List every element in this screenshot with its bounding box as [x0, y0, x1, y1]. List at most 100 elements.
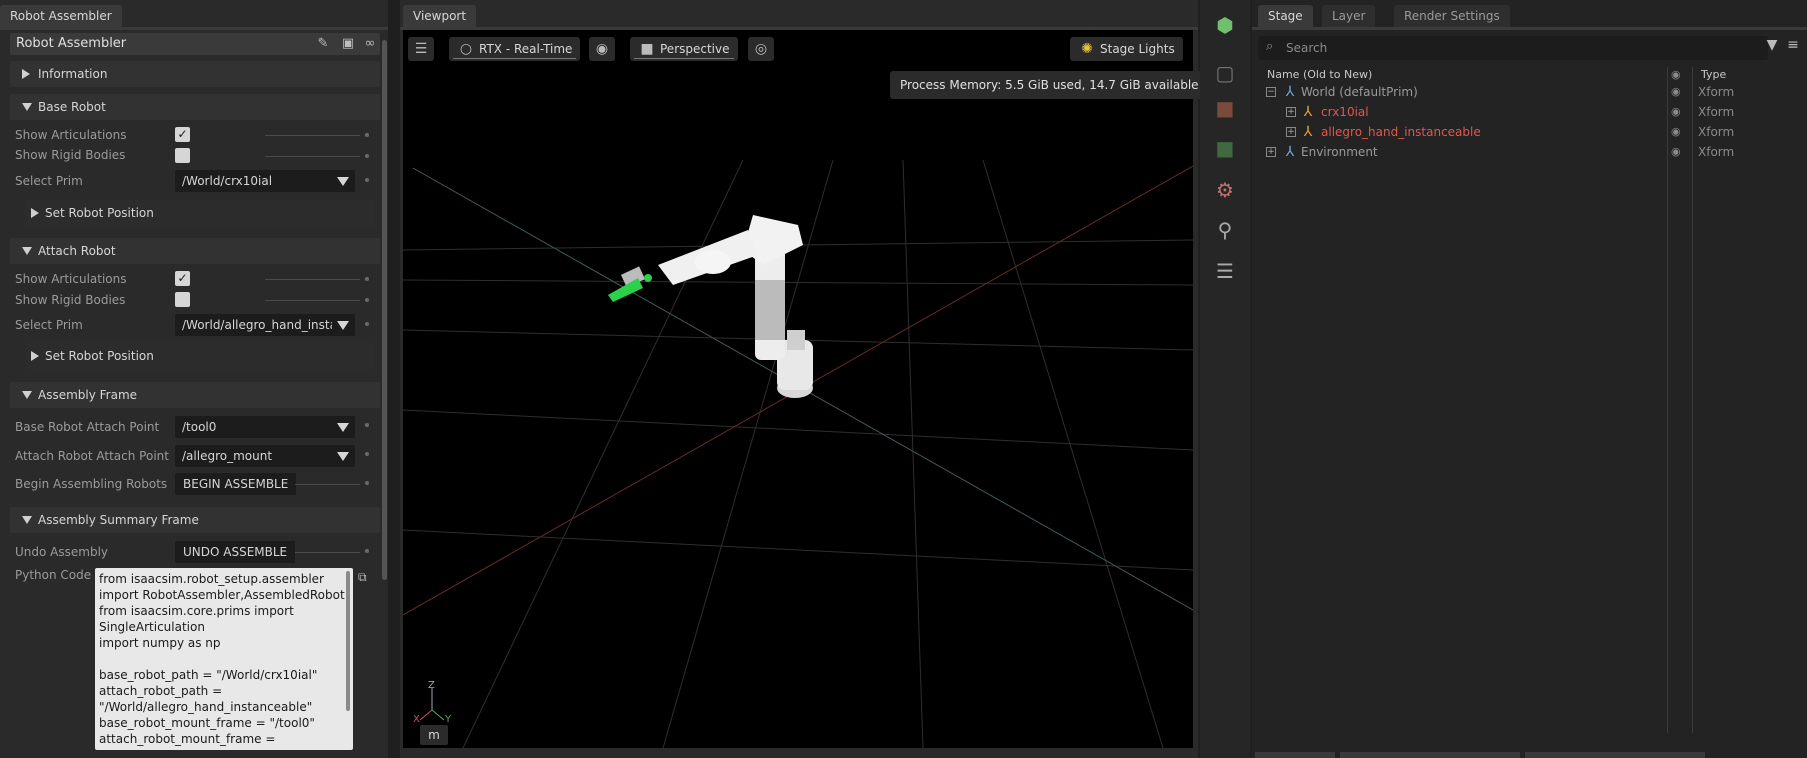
attach-set-robot-position[interactable]: Set Robot Position	[25, 343, 375, 369]
link-icon[interactable]: ∞	[362, 36, 378, 52]
dropdown-value: /World/allegro_hand_insta	[182, 318, 332, 332]
viewport-canvas[interactable]	[403, 30, 1193, 748]
units-button[interactable]: m	[420, 725, 448, 745]
eye-icon[interactable]: ◉	[1671, 105, 1681, 118]
tab-stage[interactable]: Stage	[1258, 5, 1313, 27]
tree-row-environment[interactable]: + ⅄ Environment ◉ Xform	[1258, 142, 1803, 162]
collapse-icon[interactable]: −	[1266, 87, 1276, 97]
reset-dot[interactable]	[365, 154, 369, 158]
sliders-icon: ☰	[414, 41, 428, 57]
reset-dot[interactable]	[365, 298, 369, 302]
expanded-arrow-icon	[22, 247, 32, 255]
reset-dot[interactable]	[365, 423, 369, 427]
robot-assembler-header: Robot Assembler ✎ ▣ ∞	[10, 33, 380, 55]
reset-dot[interactable]	[365, 549, 369, 553]
bottom-tab[interactable]	[1255, 752, 1335, 758]
green-cube-icon[interactable]: ■	[1210, 133, 1240, 163]
menu-icon[interactable]: ≡	[1783, 33, 1803, 57]
dropdown-value: /allegro_mount	[182, 449, 273, 463]
attach-select-prim-dropdown[interactable]: /World/allegro_hand_insta	[175, 314, 355, 336]
reset-dot[interactable]	[365, 452, 369, 456]
left-panel-scrollbar[interactable]	[382, 40, 387, 580]
gear-icon[interactable]: ⚙	[1210, 175, 1240, 205]
copy-icon[interactable]: ⧉	[358, 570, 372, 584]
eye-icon[interactable]: ◉	[1671, 125, 1681, 138]
axis-x-label: X	[413, 714, 420, 725]
cube-icon[interactable]: ■	[1210, 93, 1240, 123]
code-scrollbar[interactable]	[346, 571, 350, 711]
attach-show-rigid-bodies-checkbox[interactable]	[175, 292, 190, 307]
python-code-box[interactable]: from isaacsim.robot_setup.assembler impo…	[95, 568, 353, 750]
weight-icon[interactable]: ⚲	[1210, 215, 1240, 245]
prim-type: Xform	[1698, 145, 1735, 159]
render-mode-button[interactable]: ○ RTX - Real-Time	[449, 37, 581, 61]
python-code-label: Python Code	[15, 568, 92, 582]
prim-type: Xform	[1698, 125, 1735, 139]
divider	[265, 156, 360, 157]
edit-icon[interactable]: ✎	[315, 36, 331, 52]
stage-lights-button[interactable]: ✺ Stage Lights	[1070, 37, 1183, 61]
camera-button[interactable]: ■ Perspective	[630, 37, 738, 61]
section-assembly-summary[interactable]: Assembly Summary Frame	[10, 507, 380, 533]
base-show-rigid-bodies-label: Show Rigid Bodies	[15, 148, 126, 162]
tree-row-world[interactable]: − ⅄ World (defaultPrim) ◉ Xform	[1258, 82, 1803, 102]
tree-row-crx10ial[interactable]: + ⅄ crx10ial ◉ Xform	[1258, 102, 1803, 122]
section-base-robot[interactable]: Base Robot	[10, 94, 380, 120]
base-show-rigid-bodies-checkbox[interactable]	[175, 148, 190, 163]
axis-z-label: Z	[428, 680, 435, 691]
prim-type: Xform	[1698, 85, 1735, 99]
bottom-tab[interactable]	[1340, 752, 1520, 758]
filter-icon[interactable]: ▼	[1762, 33, 1782, 57]
undo-assemble-button[interactable]: UNDO ASSEMBLE	[175, 541, 296, 563]
tree-row-allegro-hand[interactable]: + ⅄ allegro_hand_instanceable ◉ Xform	[1258, 122, 1803, 142]
base-attach-point-dropdown[interactable]: /tool0	[175, 416, 355, 438]
section-information[interactable]: Information	[10, 61, 380, 87]
divider	[265, 135, 360, 136]
lightbulb-icon: ○	[459, 41, 473, 57]
sliders-icon[interactable]: ☰	[1210, 256, 1240, 286]
eye-icon[interactable]: ◉	[1671, 145, 1681, 158]
tab-render-settings[interactable]: Render Settings	[1394, 5, 1510, 27]
column-divider	[1692, 67, 1693, 733]
camera-label: Perspective	[660, 42, 730, 56]
tab-viewport[interactable]: Viewport	[403, 5, 477, 27]
begin-assemble-button[interactable]: BEGIN ASSEMBLE	[175, 473, 297, 495]
expand-icon[interactable]: +	[1286, 127, 1296, 137]
stage-search[interactable]: ⌕ Search	[1258, 36, 1768, 60]
reset-dot[interactable]	[365, 133, 369, 137]
name-column-header[interactable]: Name (Old to New)	[1267, 68, 1372, 81]
bottom-tab[interactable]	[1525, 752, 1705, 758]
dropdown-arrow-icon	[337, 452, 349, 461]
viewport-settings-button[interactable]: ☰	[408, 37, 434, 61]
audio-button[interactable]: ◎	[748, 37, 774, 61]
base-show-articulations-checkbox[interactable]: ✓	[175, 127, 190, 142]
select-mode-icon[interactable]: ⬢	[1210, 10, 1240, 40]
robot-arm[interactable]	[608, 215, 813, 398]
python-code-text[interactable]: from isaacsim.robot_setup.assembler impo…	[95, 568, 353, 750]
reset-dot[interactable]	[365, 277, 369, 281]
visibility-column-icon[interactable]: ◉	[1671, 68, 1681, 81]
eye-icon[interactable]: ◉	[1671, 85, 1681, 98]
base-set-robot-position[interactable]: Set Robot Position	[25, 200, 375, 226]
xform-icon: ⅄	[1285, 84, 1295, 100]
tab-robot-assembler[interactable]: Robot Assembler	[0, 5, 122, 27]
folder-icon[interactable]: ▣	[340, 36, 356, 52]
type-column-header[interactable]: Type	[1701, 68, 1726, 81]
expand-icon[interactable]: +	[1266, 147, 1276, 157]
attach-attach-point-dropdown[interactable]: /allegro_mount	[175, 445, 355, 467]
reset-dot[interactable]	[365, 481, 369, 485]
base-select-prim-dropdown[interactable]: /World/crx10ial	[175, 170, 355, 192]
reset-dot[interactable]	[365, 178, 369, 182]
clear-icon[interactable]: ▢	[1210, 58, 1240, 88]
prim-name: Environment	[1301, 145, 1378, 159]
section-assembly-frame[interactable]: Assembly Frame	[10, 382, 380, 408]
stage-tree-header: Name (Old to New) ◉ Type	[1258, 67, 1803, 83]
expand-icon[interactable]: +	[1286, 107, 1296, 117]
visibility-button[interactable]: ◉	[589, 37, 615, 61]
tab-layer[interactable]: Layer	[1322, 5, 1376, 27]
reset-dot[interactable]	[365, 322, 369, 326]
attach-show-articulations-checkbox[interactable]: ✓	[175, 271, 190, 286]
divider	[295, 552, 360, 553]
section-attach-robot[interactable]: Attach Robot	[10, 238, 380, 264]
eye-icon: ◉	[595, 41, 609, 57]
